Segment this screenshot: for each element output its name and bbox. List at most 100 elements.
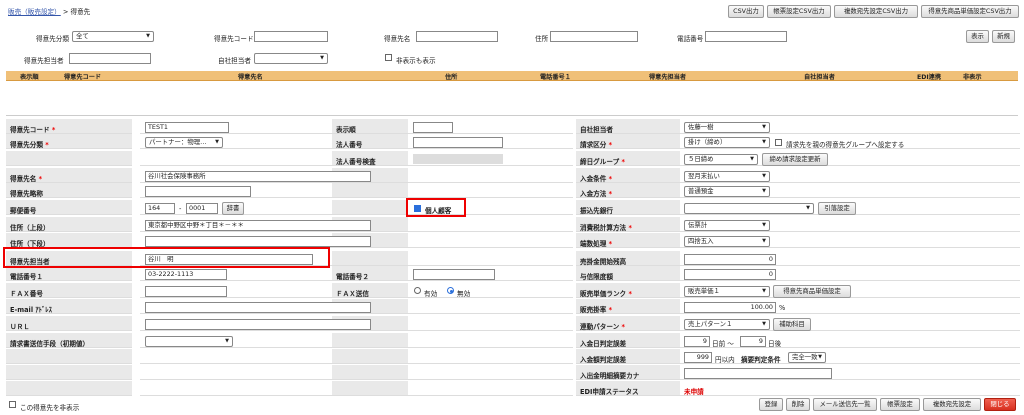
due-after-unit: 日後 — [768, 340, 782, 348]
search-code-input[interactable] — [254, 31, 328, 42]
search-name-label: 得意先名 — [384, 35, 411, 43]
search-staff-select[interactable]: ▼ — [254, 53, 328, 64]
bank-label: 振込先銀行 — [580, 207, 613, 215]
credit-input[interactable]: 0 — [684, 269, 776, 280]
corp-number-input[interactable] — [413, 137, 503, 148]
product-price-csv-export-button[interactable]: 得意先商品単価設定CSV出力 — [921, 5, 1019, 18]
billing-select[interactable]: 掛け（締め） ▼ — [684, 137, 770, 148]
pay-method-select[interactable]: 普通預金 ▼ — [684, 186, 770, 197]
amount-input[interactable]: 999 — [684, 352, 712, 363]
col-hidden[interactable]: 非表示 — [963, 72, 982, 81]
search-address-input[interactable] — [550, 31, 638, 42]
close-group-select[interactable]: ５日締め ▼ — [684, 154, 758, 165]
search-address-label: 住所 — [535, 35, 549, 43]
due-after-input[interactable]: 9 — [740, 336, 766, 347]
address1-input[interactable]: 東京都中野区中野＊丁目＊－＊＊ — [145, 220, 371, 231]
tel2-input[interactable] — [413, 269, 495, 280]
multi-dest-csv-export-button[interactable]: 複数宛先設定CSV出力 — [834, 5, 918, 18]
report-csv-export-button[interactable]: 帳票設定CSV出力 — [767, 5, 831, 18]
email-input[interactable] — [145, 302, 371, 313]
bank-select[interactable]: ▼ — [684, 203, 814, 214]
new-button[interactable]: 新規 — [992, 30, 1015, 43]
col-phone[interactable]: 電話番号１ — [540, 72, 571, 81]
due-label: 入金日判定誤差 — [580, 340, 627, 348]
pay-cond-select[interactable]: 翌月末払い ▼ — [684, 171, 770, 182]
col-name[interactable]: 得意先名 — [238, 72, 263, 81]
due-before-input[interactable]: 9 — [684, 336, 710, 347]
debit-setting-button[interactable]: 引落設定 — [818, 202, 856, 215]
col-contact[interactable]: 得意先担当者 — [649, 72, 686, 81]
close-group-label: 締日グループ * — [580, 158, 625, 166]
due-before-unit: 日前 ～ — [712, 340, 734, 348]
fraction-select[interactable]: 四捨五入 ▼ — [684, 236, 770, 247]
form-row-band — [408, 183, 573, 198]
chevron-down-icon: ▼ — [806, 205, 810, 211]
pay-method-value: 普通預金 — [688, 187, 714, 195]
rate-input[interactable]: 100.00 — [684, 302, 776, 313]
report-setting-button[interactable]: 帳票設定 — [880, 398, 920, 411]
close-update-button[interactable]: 締め請求設定更新 — [762, 153, 828, 166]
show-hidden-checkbox[interactable] — [385, 54, 392, 61]
mail-list-button[interactable]: メール送信先一覧 — [813, 398, 877, 411]
rate-label: 販売掛率 * — [580, 306, 613, 314]
col-order[interactable]: 表示順 — [20, 72, 39, 81]
sub-account-button[interactable]: 補助科目 — [773, 318, 811, 331]
multi-dest-button[interactable]: 複数宛先設定 — [923, 398, 981, 411]
col-code[interactable]: 得意先コード — [64, 72, 101, 81]
order-input[interactable] — [413, 122, 453, 133]
billing-label: 請求区分 * — [580, 141, 613, 149]
register-button[interactable]: 登録 — [759, 398, 783, 411]
col-edi[interactable]: EDI連携 — [917, 72, 941, 81]
chevron-down-icon: ▼ — [762, 238, 766, 244]
dictionary-button[interactable]: 辞書 — [222, 202, 244, 215]
parent-group-checkbox[interactable] — [775, 139, 782, 146]
tel1-input[interactable]: 03-2222-1113 — [145, 269, 227, 280]
form-row-band — [332, 183, 408, 198]
pattern-select[interactable]: 売上パターン１ ▼ — [684, 319, 770, 330]
search-contact-input[interactable] — [69, 53, 151, 64]
search-name-input[interactable] — [416, 31, 498, 42]
fax-send-on-radio[interactable] — [414, 287, 421, 294]
kana-input[interactable] — [684, 368, 832, 379]
search-code-label: 得意先コード — [214, 35, 254, 43]
category-select[interactable]: パートナー：物理… ▼ — [145, 137, 223, 148]
form-row-band — [332, 365, 408, 380]
summary-select[interactable]: 完全一致 ▼ — [788, 352, 826, 363]
search-category-select[interactable]: 全て ▼ — [72, 31, 154, 42]
name-input[interactable]: 谷川社会保険事務所 — [145, 171, 371, 182]
receivable-input[interactable]: 0 — [684, 254, 776, 265]
product-price-setting-button[interactable]: 得意先商品単価設定 — [773, 285, 851, 298]
close-button[interactable]: 閉じる — [984, 398, 1016, 411]
staff-select[interactable]: 佐藤一樹 ▼ — [684, 122, 770, 133]
short-name-input[interactable] — [145, 186, 251, 197]
postal-code-1-input[interactable]: 164 — [145, 203, 175, 214]
chevron-down-icon: ▼ — [225, 338, 229, 344]
postal-dash: - — [179, 205, 182, 213]
form-row-band — [408, 316, 573, 331]
url-input[interactable] — [145, 319, 371, 330]
csv-export-button[interactable]: CSV出力 — [728, 5, 764, 18]
form-row-band — [408, 299, 573, 314]
delete-button[interactable]: 削除 — [786, 398, 810, 411]
postal-code-2-input[interactable]: 0001 — [186, 203, 218, 214]
show-hidden-label: 非表示も表示 — [396, 57, 436, 65]
corp-check-label: 法人番号検査 — [336, 158, 376, 166]
tax-calc-select[interactable]: 伝票計 ▼ — [684, 220, 770, 231]
invoice-method-label: 請求書送信手段（初期値） — [10, 340, 90, 348]
fax-input[interactable] — [145, 286, 227, 297]
fax-send-off-radio[interactable] — [447, 287, 454, 294]
hide-customer-checkbox[interactable] — [9, 401, 16, 408]
col-address[interactable]: 住所 — [445, 72, 457, 81]
col-staff[interactable]: 自社担当者 — [804, 72, 835, 81]
address2-input[interactable] — [145, 236, 371, 247]
invoice-method-select[interactable]: ▼ — [145, 336, 233, 347]
receivable-label: 売掛金開始残高 — [580, 258, 627, 266]
search-phone-input[interactable] — [705, 31, 787, 42]
breadcrumb-parent-link[interactable]: 販売（販売設定） — [8, 8, 61, 16]
code-input[interactable]: TEST1 — [145, 122, 229, 133]
chevron-down-icon: ▼ — [762, 222, 766, 228]
form-row-band — [332, 381, 408, 396]
edi-status-label: EDI申請ステータス — [580, 388, 639, 396]
rank-select[interactable]: 販売単価１ ▼ — [684, 286, 770, 297]
show-button[interactable]: 表示 — [966, 30, 989, 43]
